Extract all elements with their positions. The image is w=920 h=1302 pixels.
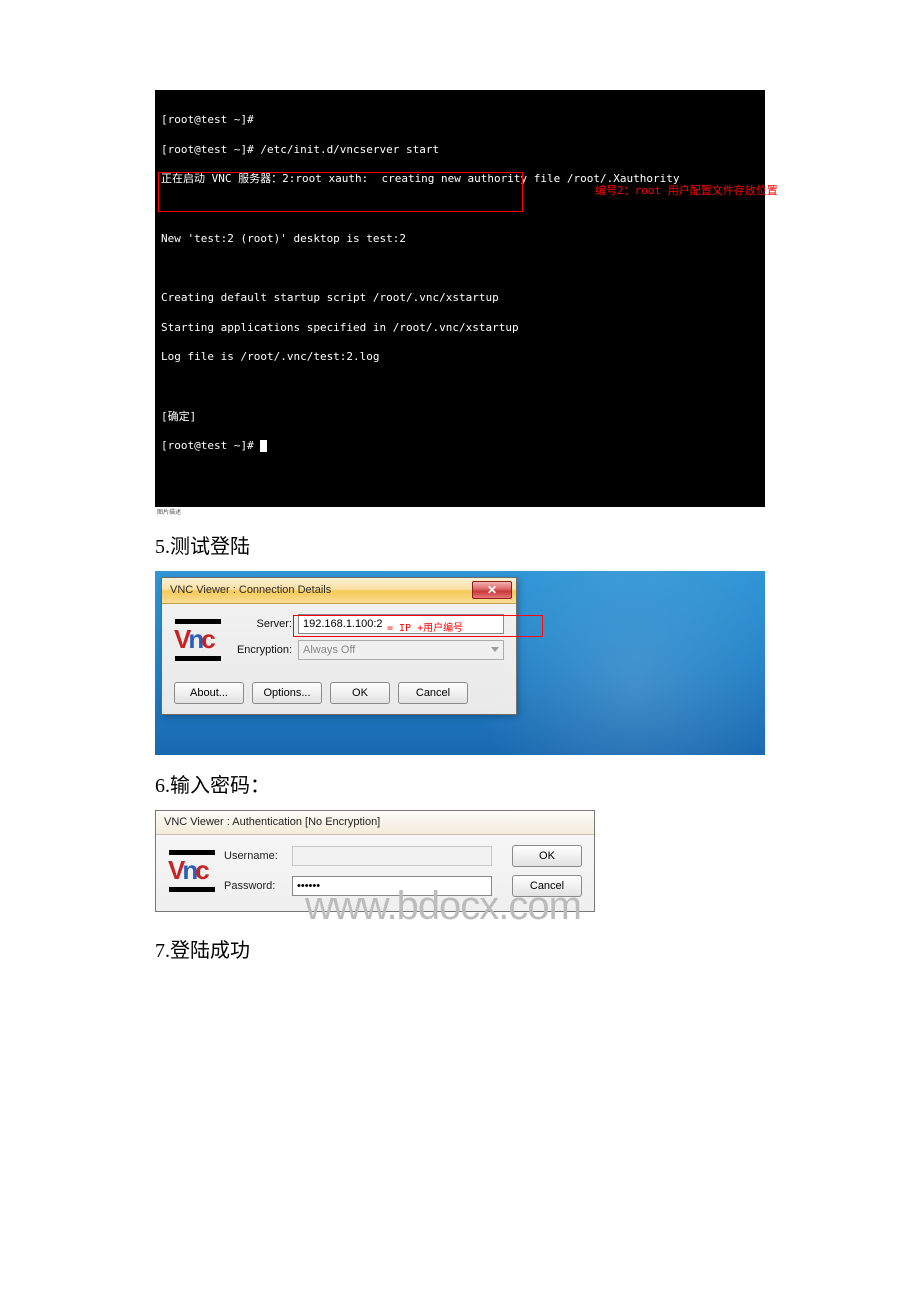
step-6-heading: 6.输入密码： [155, 769, 765, 798]
chevron-down-icon [491, 647, 499, 652]
term-line: Creating default startup script /root/.v… [161, 291, 499, 304]
annotation-text: 编号2：root 用户配置文件存放位置 [595, 184, 778, 199]
term-line: Log file is /root/.vnc/test:2.log [161, 350, 380, 363]
ok-button[interactable]: OK [330, 682, 390, 704]
auth-screenshot: VNC Viewer : Authentication [No Encrypti… [155, 810, 595, 912]
ok-button[interactable]: OK [512, 845, 582, 867]
server-label: Server: [230, 618, 292, 630]
vnc-logo-icon: Vnc [168, 849, 216, 893]
dialog-title: VNC Viewer : Connection Details [170, 584, 472, 596]
close-icon: ✕ [487, 584, 497, 596]
term-line: [确定] [161, 410, 196, 423]
options-button[interactable]: Options... [252, 682, 322, 704]
username-label: Username: [224, 850, 286, 862]
password-label: Password: [224, 880, 286, 892]
username-input[interactable] [292, 846, 492, 866]
vnc-auth-dialog: VNC Viewer : Authentication [No Encrypti… [155, 810, 595, 912]
password-input[interactable] [292, 876, 492, 896]
desktop-screenshot: VNC Viewer : Connection Details ✕ Vnc Se… [155, 571, 765, 755]
titlebar: VNC Viewer : Authentication [No Encrypti… [156, 811, 594, 835]
step-7-heading: 7.登陆成功 [155, 934, 765, 963]
dialog-title: VNC Viewer : Authentication [No Encrypti… [164, 816, 380, 828]
encryption-select[interactable]: Always Off [298, 640, 504, 660]
vnc-logo-icon: Vnc [174, 618, 222, 662]
term-line: New 'test:2 (root)' desktop is test:2 [161, 232, 406, 245]
vnc-connection-dialog: VNC Viewer : Connection Details ✕ Vnc Se… [161, 577, 517, 715]
term-line: [root@test ~]# /etc/init.d/vncserver sta… [161, 143, 439, 156]
step-5-heading: 5.测试登陆 [155, 530, 765, 559]
titlebar: VNC Viewer : Connection Details ✕ [162, 578, 516, 604]
cancel-button[interactable]: Cancel [512, 875, 582, 897]
cancel-button[interactable]: Cancel [398, 682, 468, 704]
close-button[interactable]: ✕ [472, 581, 512, 599]
caption: 图片描述 [155, 507, 765, 516]
term-line: [root@test ~]# [161, 113, 254, 126]
cursor-icon [260, 440, 267, 452]
terminal-screenshot: [root@test ~]# [root@test ~]# /etc/init.… [155, 90, 765, 507]
encryption-label: Encryption: [230, 644, 292, 656]
annotation-text: = IP +用户编号 [387, 619, 463, 634]
term-line: [root@test ~]# [161, 439, 267, 452]
about-button[interactable]: About... [174, 682, 244, 704]
encryption-value: Always Off [303, 644, 355, 656]
term-line: Starting applications specified in /root… [161, 321, 519, 334]
